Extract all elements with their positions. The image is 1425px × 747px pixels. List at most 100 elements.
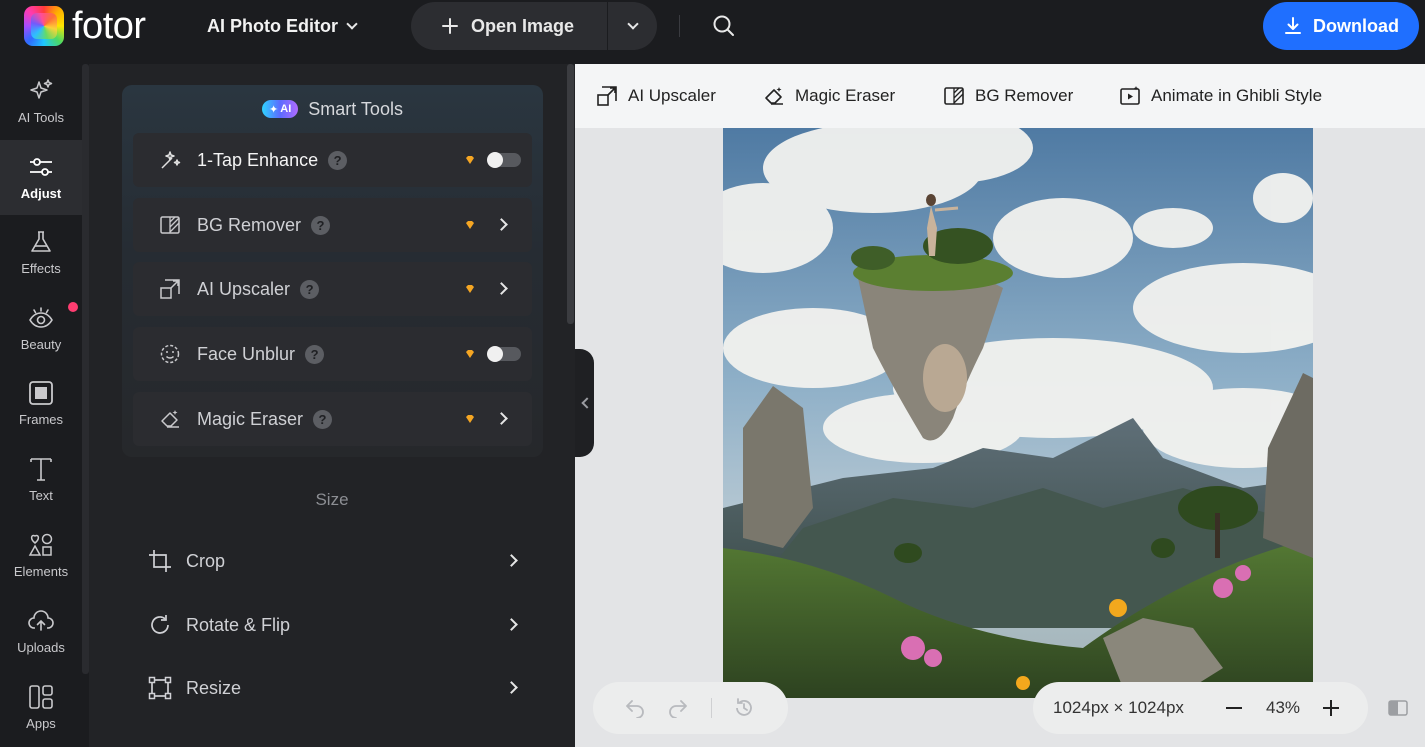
open-image-dropdown[interactable] — [608, 17, 657, 30]
canvas-toolbar: AI Upscaler Magic Eraser BG Remover Anim… — [575, 64, 1425, 128]
size-item-crop[interactable]: Crop — [133, 536, 532, 586]
panel-scrollbar[interactable] — [567, 64, 574, 324]
help-icon[interactable]: ? — [328, 150, 348, 170]
compare-icon[interactable] — [1388, 700, 1408, 716]
download-button[interactable]: Download — [1263, 2, 1419, 50]
bg-remove-icon — [158, 213, 182, 237]
size-item-rotate-flip[interactable]: Rotate & Flip — [133, 600, 532, 650]
chevron-right-icon — [495, 412, 508, 425]
eraser-icon — [158, 407, 182, 431]
image-dimensions: 1024px × 1024px — [1053, 698, 1184, 717]
rail-label: Frames — [18, 412, 64, 427]
open-image-label: Open Image — [471, 15, 575, 36]
collapse-panel-button[interactable] — [575, 349, 594, 457]
sparkle-icon: ✦ — [269, 103, 279, 116]
ai-badge: ✦ AI — [262, 100, 299, 118]
help-icon[interactable]: ? — [300, 279, 320, 299]
rail-label: Uploads — [17, 640, 65, 655]
plus-icon — [442, 18, 458, 34]
toolbar-bg-remover[interactable]: BG Remover — [943, 84, 1073, 108]
top-bar: fotor AI Photo Editor Open Image Downloa… — [0, 0, 1425, 64]
sparkle-icon — [30, 79, 53, 99]
notification-dot — [68, 302, 78, 312]
undo-icon[interactable] — [624, 698, 646, 718]
download-icon — [1285, 17, 1301, 34]
face-unblur-toggle[interactable] — [487, 346, 521, 362]
size-item-label: Resize — [186, 677, 242, 698]
premium-diamond-icon — [466, 415, 474, 423]
chevron-right-icon — [505, 554, 518, 567]
history-icon[interactable] — [733, 697, 755, 719]
zoom-in-icon[interactable] — [1323, 700, 1339, 716]
chevron-right-icon — [495, 218, 508, 231]
tool-magic-eraser[interactable]: Magic Eraser ? — [133, 392, 532, 446]
help-icon[interactable]: ? — [313, 409, 333, 429]
tool-ai-upscaler[interactable]: AI Upscaler ? — [133, 262, 532, 316]
rail-label: Adjust — [20, 186, 62, 201]
tool-label: 1-Tap Enhance — [197, 149, 319, 170]
tool-label: Magic Eraser — [197, 408, 304, 429]
editor-menu-label: AI Photo Editor — [207, 15, 338, 36]
bg-remove-icon — [944, 87, 964, 105]
fotor-logo[interactable]: fotor — [24, 5, 146, 47]
size-item-resize[interactable]: Resize — [133, 663, 532, 713]
chevron-down-icon — [346, 17, 358, 30]
rail-item-text[interactable]: Text — [0, 442, 82, 517]
editor-menu-dropdown[interactable]: AI Photo Editor — [207, 14, 358, 38]
toolbar-magic-eraser[interactable]: Magic Eraser — [763, 84, 895, 108]
redo-icon[interactable] — [667, 698, 689, 718]
help-icon[interactable]: ? — [311, 215, 331, 235]
toolbar-animate-ghibli[interactable]: Animate in Ghibli Style — [1119, 84, 1322, 108]
premium-diamond-icon — [466, 221, 474, 229]
rail-item-frames[interactable]: Frames — [0, 366, 82, 441]
resize-icon — [147, 675, 173, 701]
rail-label: Beauty — [20, 337, 62, 352]
text-icon — [30, 458, 52, 481]
rail-item-apps[interactable]: Apps — [0, 670, 82, 745]
crop-icon — [147, 548, 173, 574]
chevron-right-icon — [505, 618, 518, 631]
rail-label: Elements — [13, 564, 69, 579]
rail-item-effects[interactable]: Effects — [0, 215, 82, 290]
premium-diamond-icon — [466, 350, 474, 358]
frame-icon — [29, 381, 53, 405]
premium-diamond-icon — [466, 156, 474, 164]
search-icon[interactable] — [712, 14, 736, 38]
cloud-upload-icon — [28, 610, 54, 631]
shapes-icon — [28, 533, 53, 556]
rail-label: Apps — [26, 716, 56, 731]
open-image-button-group: Open Image — [411, 2, 657, 50]
eye-icon — [29, 307, 53, 328]
toolbar-label: Magic Eraser — [795, 86, 896, 105]
tool-1-tap-enhance[interactable]: 1-Tap Enhance ? — [133, 133, 532, 187]
divider — [711, 698, 712, 718]
magic-wand-icon — [158, 148, 182, 172]
rail-item-elements[interactable]: Elements — [0, 518, 82, 593]
chevron-right-icon — [495, 282, 508, 295]
zoom-out-icon[interactable] — [1226, 707, 1242, 709]
download-label: Download — [1313, 15, 1399, 36]
rail-label: Effects — [21, 261, 61, 276]
tool-label: Face Unblur — [197, 343, 296, 364]
tool-face-unblur[interactable]: Face Unblur ? — [133, 327, 532, 381]
upscale-icon — [597, 86, 617, 106]
smart-tools-header: ✦ AI Smart Tools — [122, 85, 543, 133]
help-icon[interactable]: ? — [305, 344, 325, 364]
enhance-toggle[interactable] — [487, 152, 521, 168]
tool-bg-remover[interactable]: BG Remover ? — [133, 198, 532, 252]
zoom-level[interactable]: 43% — [1266, 698, 1300, 718]
flask-icon — [31, 231, 51, 252]
tool-label: AI Upscaler — [197, 278, 291, 299]
rail-scrollbar[interactable] — [82, 64, 89, 674]
size-section-title: Size — [315, 490, 349, 509]
toolbar-label: Animate in Ghibli Style — [1151, 86, 1323, 105]
smart-tools-title: Smart Tools — [308, 98, 403, 119]
toolbar-ai-upscaler[interactable]: AI Upscaler — [596, 84, 716, 108]
open-image-button[interactable]: Open Image — [411, 2, 607, 50]
rail-item-adjust[interactable]: Adjust — [0, 140, 82, 215]
ai-badge-label: AI — [280, 103, 292, 115]
rail-item-ai-tools[interactable]: AI Tools — [0, 64, 82, 139]
rail-item-uploads[interactable]: Uploads — [0, 594, 82, 669]
edited-photo[interactable] — [723, 128, 1313, 698]
zoom-controls: 1024px × 1024px 43% — [1033, 682, 1368, 734]
